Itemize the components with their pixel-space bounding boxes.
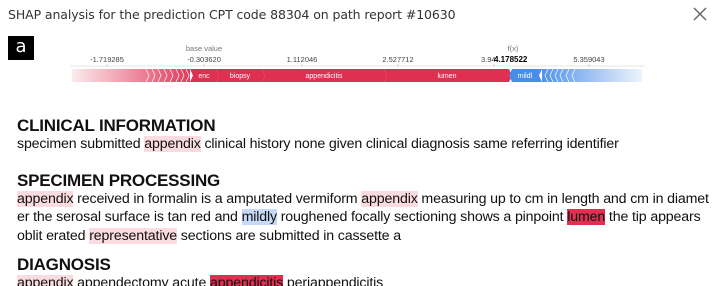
dialog-header: SHAP analysis for the prediction CPT cod… — [0, 0, 720, 30]
base-value-label: base value — [186, 44, 222, 53]
force-plot-svg: base value f(x) -1.719285 -0.303620 1.11… — [70, 44, 645, 83]
segment-label-mildl: mildl — [518, 73, 533, 80]
highlighted-token: appendix — [144, 136, 201, 152]
segment-label-lumen: lumen — [437, 73, 456, 80]
section-heading: SPECIMEN PROCESSING — [17, 170, 221, 190]
shap-force-plot: base value f(x) -1.719285 -0.303620 1.11… — [0, 38, 720, 88]
section-text: appendix appendectomy acute appendicitis… — [17, 274, 717, 286]
section-specimen-processing: SPECIMEN PROCESSING appendix received in… — [17, 171, 717, 246]
close-icon — [693, 7, 707, 21]
text-run: clinical history none given clinical dia… — [200, 136, 619, 152]
highlighted-token: representative — [89, 227, 178, 244]
highlighted-token: lumen — [567, 209, 606, 225]
text-run: received in formalin is a amputated verm… — [73, 190, 362, 207]
section-text: specimen submitted appendix clinical his… — [17, 135, 717, 154]
text-run: appendectomy acute — [73, 275, 210, 286]
text-run: sections are submitted in cassette a — [177, 227, 401, 244]
highlighted-token: mildly — [241, 209, 277, 225]
text-run: roughened focally sectioning shows a pin… — [276, 209, 568, 225]
tick-label: 5.359043 — [573, 55, 604, 64]
tick-label: -1.719285 — [90, 55, 124, 64]
highlighted-token: appendicitis — [210, 275, 283, 286]
section-text: appendix received in formalin is a amput… — [17, 190, 717, 246]
path-report: CLINICAL INFORMATION specimen submitted … — [17, 116, 717, 286]
segment-label-enc: enc — [198, 73, 210, 80]
section-diagnosis: DIAGNOSIS appendix appendectomy acute ap… — [17, 255, 717, 286]
highlighted-token: appendix — [361, 190, 418, 207]
section-clinical-information: CLINICAL INFORMATION specimen submitted … — [17, 116, 717, 154]
highlighted-token: appendix — [17, 190, 74, 207]
highlighted-token: appendix — [17, 275, 74, 286]
segment-label-appendicitis: appendicitis — [306, 73, 343, 80]
section-heading: DIAGNOSIS — [17, 255, 111, 274]
tick-label: 2.527712 — [382, 55, 413, 64]
tick-label: -0.303620 — [187, 55, 221, 64]
fx-label: f(x) — [508, 44, 519, 53]
fx-value: 4.178522 — [494, 55, 528, 64]
close-button[interactable] — [690, 4, 710, 24]
text-run: periappendicitis — [283, 275, 384, 286]
section-heading: CLINICAL INFORMATION — [17, 116, 216, 135]
dialog-title: SHAP analysis for the prediction CPT cod… — [8, 7, 456, 22]
text-run: specimen submitted — [17, 136, 145, 152]
segment-label-biopsy: biopsy — [230, 73, 251, 80]
tick-label: 1.112046 — [287, 55, 318, 64]
axis-ticks — [106, 64, 590, 67]
positive-tail — [72, 69, 190, 82]
